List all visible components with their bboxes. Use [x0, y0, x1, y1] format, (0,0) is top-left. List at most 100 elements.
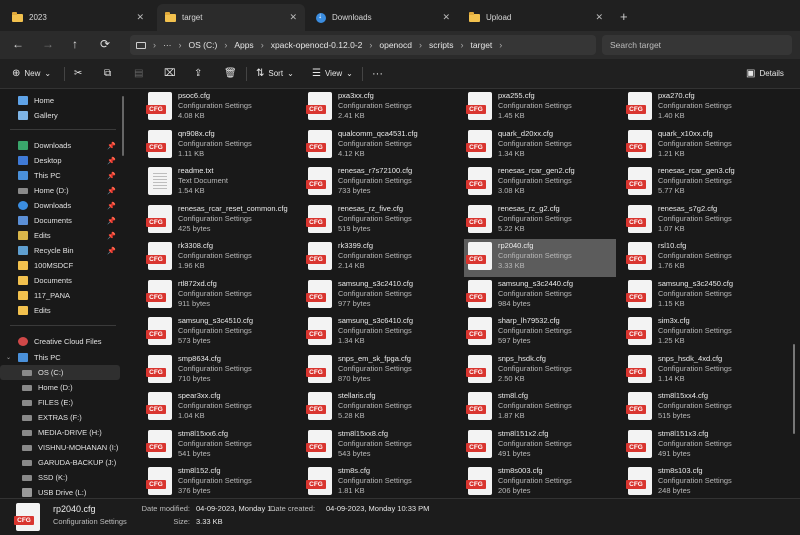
chevron-down-icon[interactable]: ⌄ — [6, 354, 11, 361]
file-item[interactable]: CFG rp2040.cfg Configuration Settings 3.33 … — [464, 239, 616, 277]
tab-target[interactable]: target ✕ — [157, 4, 305, 31]
file-item[interactable]: CFG renesas_r7s72100.cfg Configuration Set… — [304, 164, 464, 202]
file-item[interactable]: CFG renesas_rz_g2.cfg Configuration Settin… — [464, 202, 624, 240]
file-item[interactable]: CFG rk3308.cfg Configuration Settings 1.96 … — [144, 239, 304, 277]
new-tab-button[interactable]: + — [620, 9, 628, 24]
file-item[interactable]: CFG stm8s003.cfg Configuration Settings 206… — [464, 464, 624, 498]
sidebar-item-home[interactable]: Home — [0, 93, 120, 108]
file-item[interactable]: CFG samsung_s3c6410.cfg Configuration Sett… — [304, 314, 464, 352]
file-item[interactable]: CFG stm8l15xx6.cfg Configuration Settings 5… — [144, 427, 304, 465]
sidebar-item-edits[interactable]: Edits 📌 — [0, 228, 120, 243]
file-item[interactable]: CFG stm8s103.cfg Configuration Settings 248… — [624, 464, 784, 498]
sidebar-item-this-pc-tree[interactable]: ⌄ This PC — [0, 350, 120, 365]
file-item[interactable]: CFG renesas_rcar_gen2.cfg Configuration Se… — [464, 164, 624, 202]
file-item[interactable]: CFG samsung_s3c2450.cfg Configuration Sett… — [624, 277, 784, 315]
file-item[interactable]: CFG rk3399.cfg Configuration Settings 2.14 … — [304, 239, 464, 277]
file-item[interactable]: CFG stm8l152.cfg Configuration Settings 376… — [144, 464, 304, 498]
close-icon[interactable]: ✕ — [136, 12, 144, 23]
breadcrumb-item[interactable]: target — [471, 40, 493, 50]
file-item[interactable]: CFG pxa3xx.cfg Configuration Settings 2.41 … — [304, 89, 464, 127]
file-item[interactable]: CFG stm8s.cfg Configuration Settings 1.81 K… — [304, 464, 464, 498]
sidebar-item-documents-folder[interactable]: Documents — [0, 273, 120, 288]
sidebar-item-home-drive[interactable]: Home (D:) — [0, 380, 120, 395]
file-item[interactable]: CFG stm8l151x3.cfg Configuration Settings 4… — [624, 427, 784, 465]
refresh-icon[interactable]: ⟳ — [100, 37, 110, 51]
tab-upload[interactable]: Upload ✕ — [461, 4, 611, 31]
delete-button[interactable]: 🗑 — [224, 68, 237, 79]
sidebar-item-ssd-k[interactable]: SSD (K:) — [0, 470, 120, 485]
file-item[interactable]: CFG stm8l15xx8.cfg Configuration Settings 5… — [304, 427, 464, 465]
tab-downloads[interactable]: Downloads ✕ — [308, 4, 458, 31]
sidebar-item-os-c[interactable]: OS (C:) — [0, 365, 120, 380]
close-icon[interactable]: ✕ — [289, 12, 297, 23]
file-item[interactable]: CFG stm8l151x2.cfg Configuration Settings 4… — [464, 427, 624, 465]
file-item[interactable]: CFG quark_x10xx.cfg Configuration Settings… — [624, 127, 784, 165]
details-button[interactable]: ▣ Details — [746, 68, 784, 79]
breadcrumb-item[interactable]: xpack-openocd-0.12.0-2 — [271, 40, 363, 50]
file-item[interactable]: CFG rsl10.cfg Configuration Settings 1.76 K… — [624, 239, 784, 277]
breadcrumb-item[interactable]: OS (C:) — [189, 40, 218, 50]
sidebar-item-downloads[interactable]: Downloads 📌 — [0, 138, 120, 153]
sidebar-item-extras-f[interactable]: EXTRAS (F:) — [0, 410, 120, 425]
rename-button[interactable]: ⌧ — [164, 68, 176, 79]
file-item[interactable]: CFG qn908x.cfg Configuration Settings 1.11 … — [144, 127, 304, 165]
tab-2023[interactable]: 2023 ✕ — [4, 4, 152, 31]
view-button[interactable]: ☰ View ⌄ — [312, 68, 353, 79]
file-item[interactable]: readme.txt Text Document 1.54 KB — [144, 164, 304, 202]
file-item[interactable]: CFG snps_em_sk_fpga.cfg Configuration Sett… — [304, 352, 464, 390]
sort-button[interactable]: ⇅ Sort ⌄ — [256, 68, 294, 79]
sidebar-item-usb-drive-l[interactable]: USB Drive (L:) — [0, 485, 120, 498]
sidebar-item-documents[interactable]: Documents 📌 — [0, 213, 120, 228]
sidebar-item-100msdcf[interactable]: 100MSDCF — [0, 258, 120, 273]
file-item[interactable]: CFG rtl872xd.cfg Configuration Settings 911… — [144, 277, 304, 315]
breadcrumb-item[interactable]: scripts — [429, 40, 454, 50]
file-item[interactable]: CFG pxa270.cfg Configuration Settings 1.40 … — [624, 89, 784, 127]
sidebar-item-creative-cloud[interactable]: Creative Cloud Files — [0, 334, 120, 349]
sidebar-item-vishnu-mohanan-i[interactable]: VISHNU-MOHANAN (I:) — [0, 440, 120, 455]
file-item[interactable]: CFG spear3xx.cfg Configuration Settings 1.0… — [144, 389, 304, 427]
file-item[interactable]: CFG quark_d20xx.cfg Configuration Settings… — [464, 127, 624, 165]
breadcrumb-item[interactable]: Apps — [234, 40, 253, 50]
file-item[interactable]: CFG renesas_rz_five.cfg Configuration Sett… — [304, 202, 464, 240]
breadcrumb-more[interactable]: ··· — [163, 40, 172, 50]
sidebar-scrollbar[interactable] — [122, 96, 124, 156]
sidebar-item-117-pana[interactable]: 117_PANA — [0, 288, 120, 303]
more-options-button[interactable]: ··· — [372, 68, 383, 80]
address-bar[interactable]: › ··· › OS (C:) › Apps › xpack-openocd-0… — [130, 35, 596, 55]
copy-button[interactable]: ⧉ — [104, 68, 111, 79]
sidebar-item-desktop[interactable]: Desktop 📌 — [0, 153, 120, 168]
sidebar-item-home-d[interactable]: Home (D:) 📌 — [0, 183, 120, 198]
cut-button[interactable]: ✂ — [74, 68, 82, 79]
sidebar-item-this-pc[interactable]: This PC 📌 — [0, 168, 120, 183]
close-icon[interactable]: ✕ — [442, 12, 450, 23]
file-item[interactable]: CFG samsung_s3c2410.cfg Configuration Sett… — [304, 277, 464, 315]
file-item[interactable]: CFG renesas_rcar_reset_common.cfg Configur… — [144, 202, 304, 240]
file-item[interactable]: CFG pxa255.cfg Configuration Settings 1.45 … — [464, 89, 624, 127]
sidebar-item-garuda-backup-j[interactable]: GARUDA-BACKUP (J:) — [0, 455, 120, 470]
file-item[interactable]: CFG renesas_s7g2.cfg Configuration Setting… — [624, 202, 784, 240]
file-item[interactable]: CFG qualcomm_qca4531.cfg Configuration Set… — [304, 127, 464, 165]
file-item[interactable]: CFG sim3x.cfg Configuration Settings 1.25 K… — [624, 314, 784, 352]
file-item[interactable]: CFG samsung_s3c2440.cfg Configuration Sett… — [464, 277, 624, 315]
sidebar-item-gallery[interactable]: Gallery — [0, 108, 120, 123]
file-item[interactable]: CFG snps_hsdk.cfg Configuration Settings 2.… — [464, 352, 624, 390]
file-item[interactable]: CFG renesas_rcar_gen3.cfg Configuration Se… — [624, 164, 784, 202]
file-item[interactable]: CFG psoc6.cfg Configuration Settings 4.08 K… — [144, 89, 304, 127]
sidebar-item-edits-folder[interactable]: Edits — [0, 303, 120, 318]
breadcrumb-item[interactable]: openocd — [379, 40, 412, 50]
file-item[interactable]: CFG samsung_s3c4510.cfg Configuration Sett… — [144, 314, 304, 352]
sidebar-item-downloads-2[interactable]: Downloads 📌 — [0, 198, 120, 213]
file-view-scrollbar[interactable] — [793, 344, 795, 434]
file-item[interactable]: CFG snps_hsdk_4xd.cfg Configuration Settin… — [624, 352, 784, 390]
file-item[interactable]: CFG stm8l.cfg Configuration Settings 1.87 K… — [464, 389, 624, 427]
paste-button[interactable]: ▤ — [134, 68, 143, 79]
up-arrow-icon[interactable]: ↑ — [72, 37, 78, 51]
sidebar-item-recycle-bin[interactable]: Recycle Bin 📌 — [0, 243, 120, 258]
file-item[interactable]: CFG sharp_lh79532.cfg Configuration Settin… — [464, 314, 624, 352]
forward-arrow-icon[interactable]: → — [42, 37, 54, 51]
back-arrow-icon[interactable]: ← — [12, 37, 24, 51]
file-item[interactable]: CFG stm8l15xx4.cfg Configuration Settings 5… — [624, 389, 784, 427]
sidebar-item-files-e[interactable]: FILES (E:) — [0, 395, 120, 410]
search-input[interactable]: Search target — [602, 35, 792, 55]
file-item[interactable]: CFG smp8634.cfg Configuration Settings 710 … — [144, 352, 304, 390]
